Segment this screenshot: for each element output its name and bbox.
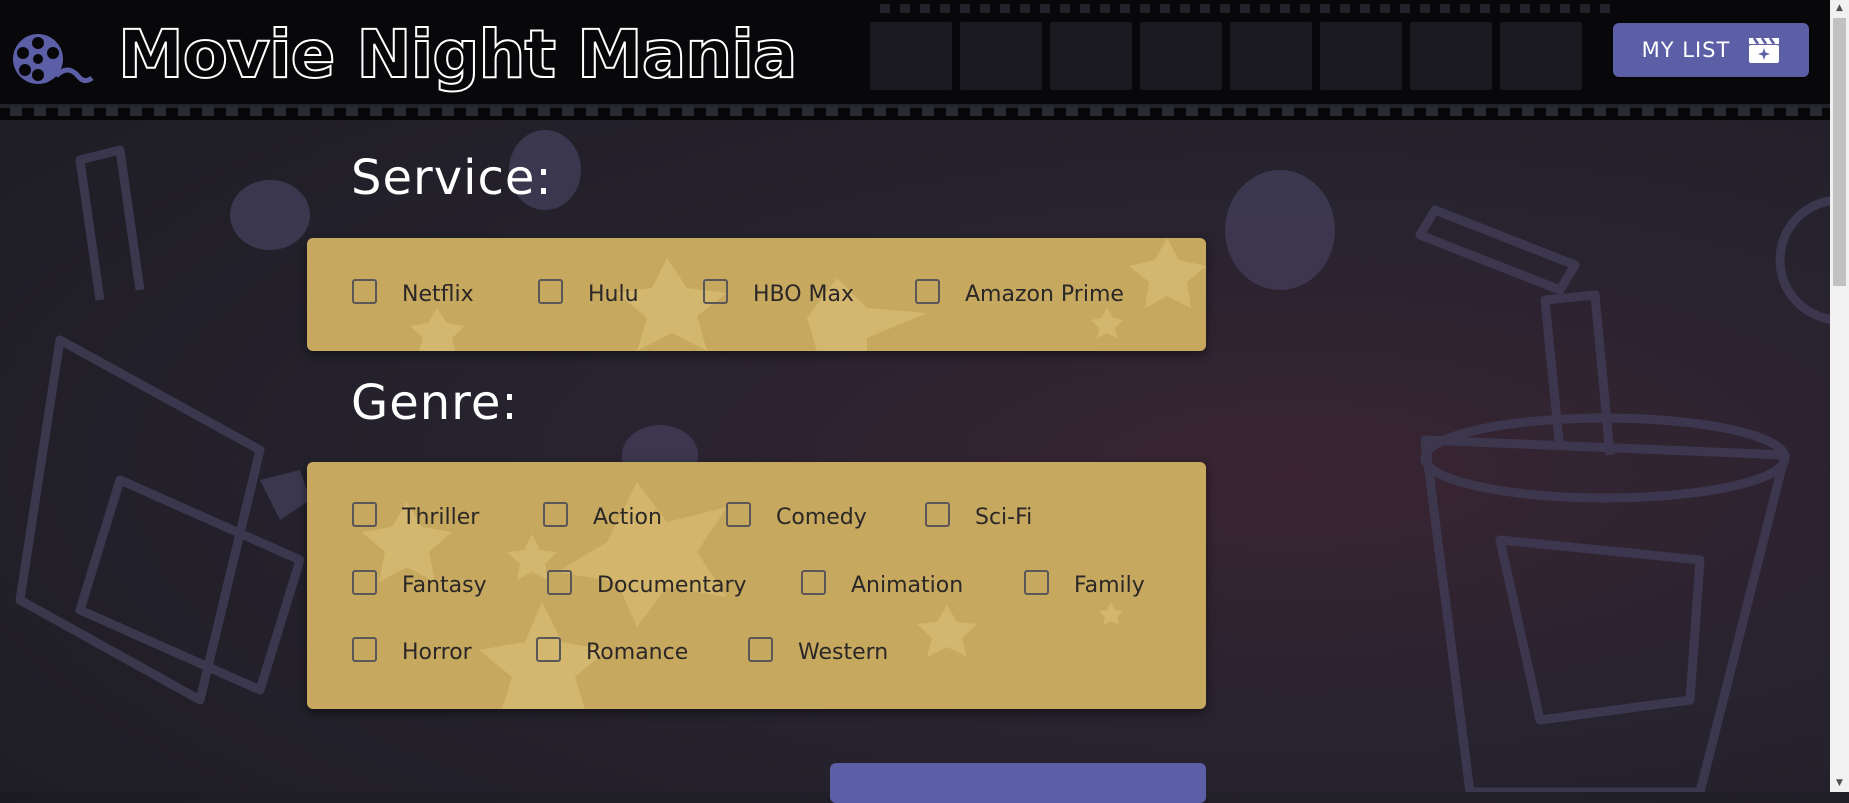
genre-option-documentary[interactable]: Documentary: [547, 567, 747, 598]
animation-label: Animation: [851, 573, 964, 598]
hbo-max-label: HBO Max: [753, 282, 855, 307]
family-checkbox[interactable]: [1024, 570, 1049, 595]
horror-label: Horror: [402, 640, 472, 665]
genre-option-sci-fi[interactable]: Sci-Fi: [925, 499, 1032, 530]
amazon-prime-label: Amazon Prime: [965, 282, 1124, 307]
genre-title: Genre:: [351, 375, 519, 431]
film-reel-logo-icon: [13, 34, 94, 84]
action-label: Action: [593, 505, 662, 530]
service-panel: Netflix Hulu HBO Max Amazon Prime: [307, 238, 1206, 351]
netflix-checkbox[interactable]: [352, 279, 377, 304]
site-header: Movie Night Mania MY LIST: [0, 0, 1849, 120]
sci-fi-label: Sci-Fi: [975, 505, 1033, 530]
service-option-hulu[interactable]: Hulu: [538, 276, 639, 307]
service-option-amazon-prime[interactable]: Amazon Prime: [915, 276, 1124, 307]
fantasy-checkbox[interactable]: [352, 570, 377, 595]
documentary-label: Documentary: [597, 573, 747, 598]
genre-option-fantasy[interactable]: Fantasy: [352, 567, 487, 598]
submit-button[interactable]: [830, 763, 1206, 803]
comedy-label: Comedy: [776, 505, 867, 530]
genre-panel: Thriller Action Comedy Sci-Fi Fantasy Do…: [307, 462, 1206, 709]
family-label: Family: [1074, 573, 1145, 598]
site-title: Movie Night Mania: [117, 15, 798, 94]
genre-option-comedy[interactable]: Comedy: [726, 499, 867, 530]
my-list-button[interactable]: MY LIST: [1613, 23, 1809, 77]
animation-checkbox[interactable]: [801, 570, 826, 595]
thriller-label: Thriller: [402, 505, 480, 530]
clapperboard-sparkle-icon: [1749, 37, 1780, 63]
scroll-thumb[interactable]: [1833, 18, 1846, 286]
genre-option-western[interactable]: Western: [748, 634, 888, 665]
romance-label: Romance: [586, 640, 689, 665]
genre-option-family[interactable]: Family: [1024, 567, 1145, 598]
western-checkbox[interactable]: [748, 637, 773, 662]
service-option-hbo-max[interactable]: HBO Max: [703, 276, 854, 307]
thriller-checkbox[interactable]: [352, 502, 377, 527]
netflix-label: Netflix: [402, 282, 474, 307]
genre-option-action[interactable]: Action: [543, 499, 662, 530]
service-option-netflix[interactable]: Netflix: [352, 276, 474, 307]
my-list-label: MY LIST: [1641, 38, 1731, 62]
scroll-down-arrow-icon[interactable]: ▼: [1830, 775, 1849, 792]
sci-fi-checkbox[interactable]: [925, 502, 950, 527]
western-label: Western: [798, 640, 889, 665]
comedy-checkbox[interactable]: [726, 502, 751, 527]
action-checkbox[interactable]: [543, 502, 568, 527]
documentary-checkbox[interactable]: [547, 570, 572, 595]
genre-option-thriller[interactable]: Thriller: [352, 499, 479, 530]
genre-option-romance[interactable]: Romance: [536, 634, 688, 665]
service-title: Service:: [351, 150, 553, 206]
hulu-checkbox[interactable]: [538, 279, 563, 304]
horror-checkbox[interactable]: [352, 637, 377, 662]
hbo-max-checkbox[interactable]: [703, 279, 728, 304]
page-scrollbar[interactable]: ▲ ▼: [1830, 0, 1849, 792]
genre-option-horror[interactable]: Horror: [352, 634, 472, 665]
genre-option-animation[interactable]: Animation: [801, 567, 963, 598]
amazon-prime-checkbox[interactable]: [915, 279, 940, 304]
scroll-up-arrow-icon[interactable]: ▲: [1830, 0, 1849, 17]
fantasy-label: Fantasy: [402, 573, 487, 598]
hulu-label: Hulu: [588, 282, 639, 307]
romance-checkbox[interactable]: [536, 637, 561, 662]
